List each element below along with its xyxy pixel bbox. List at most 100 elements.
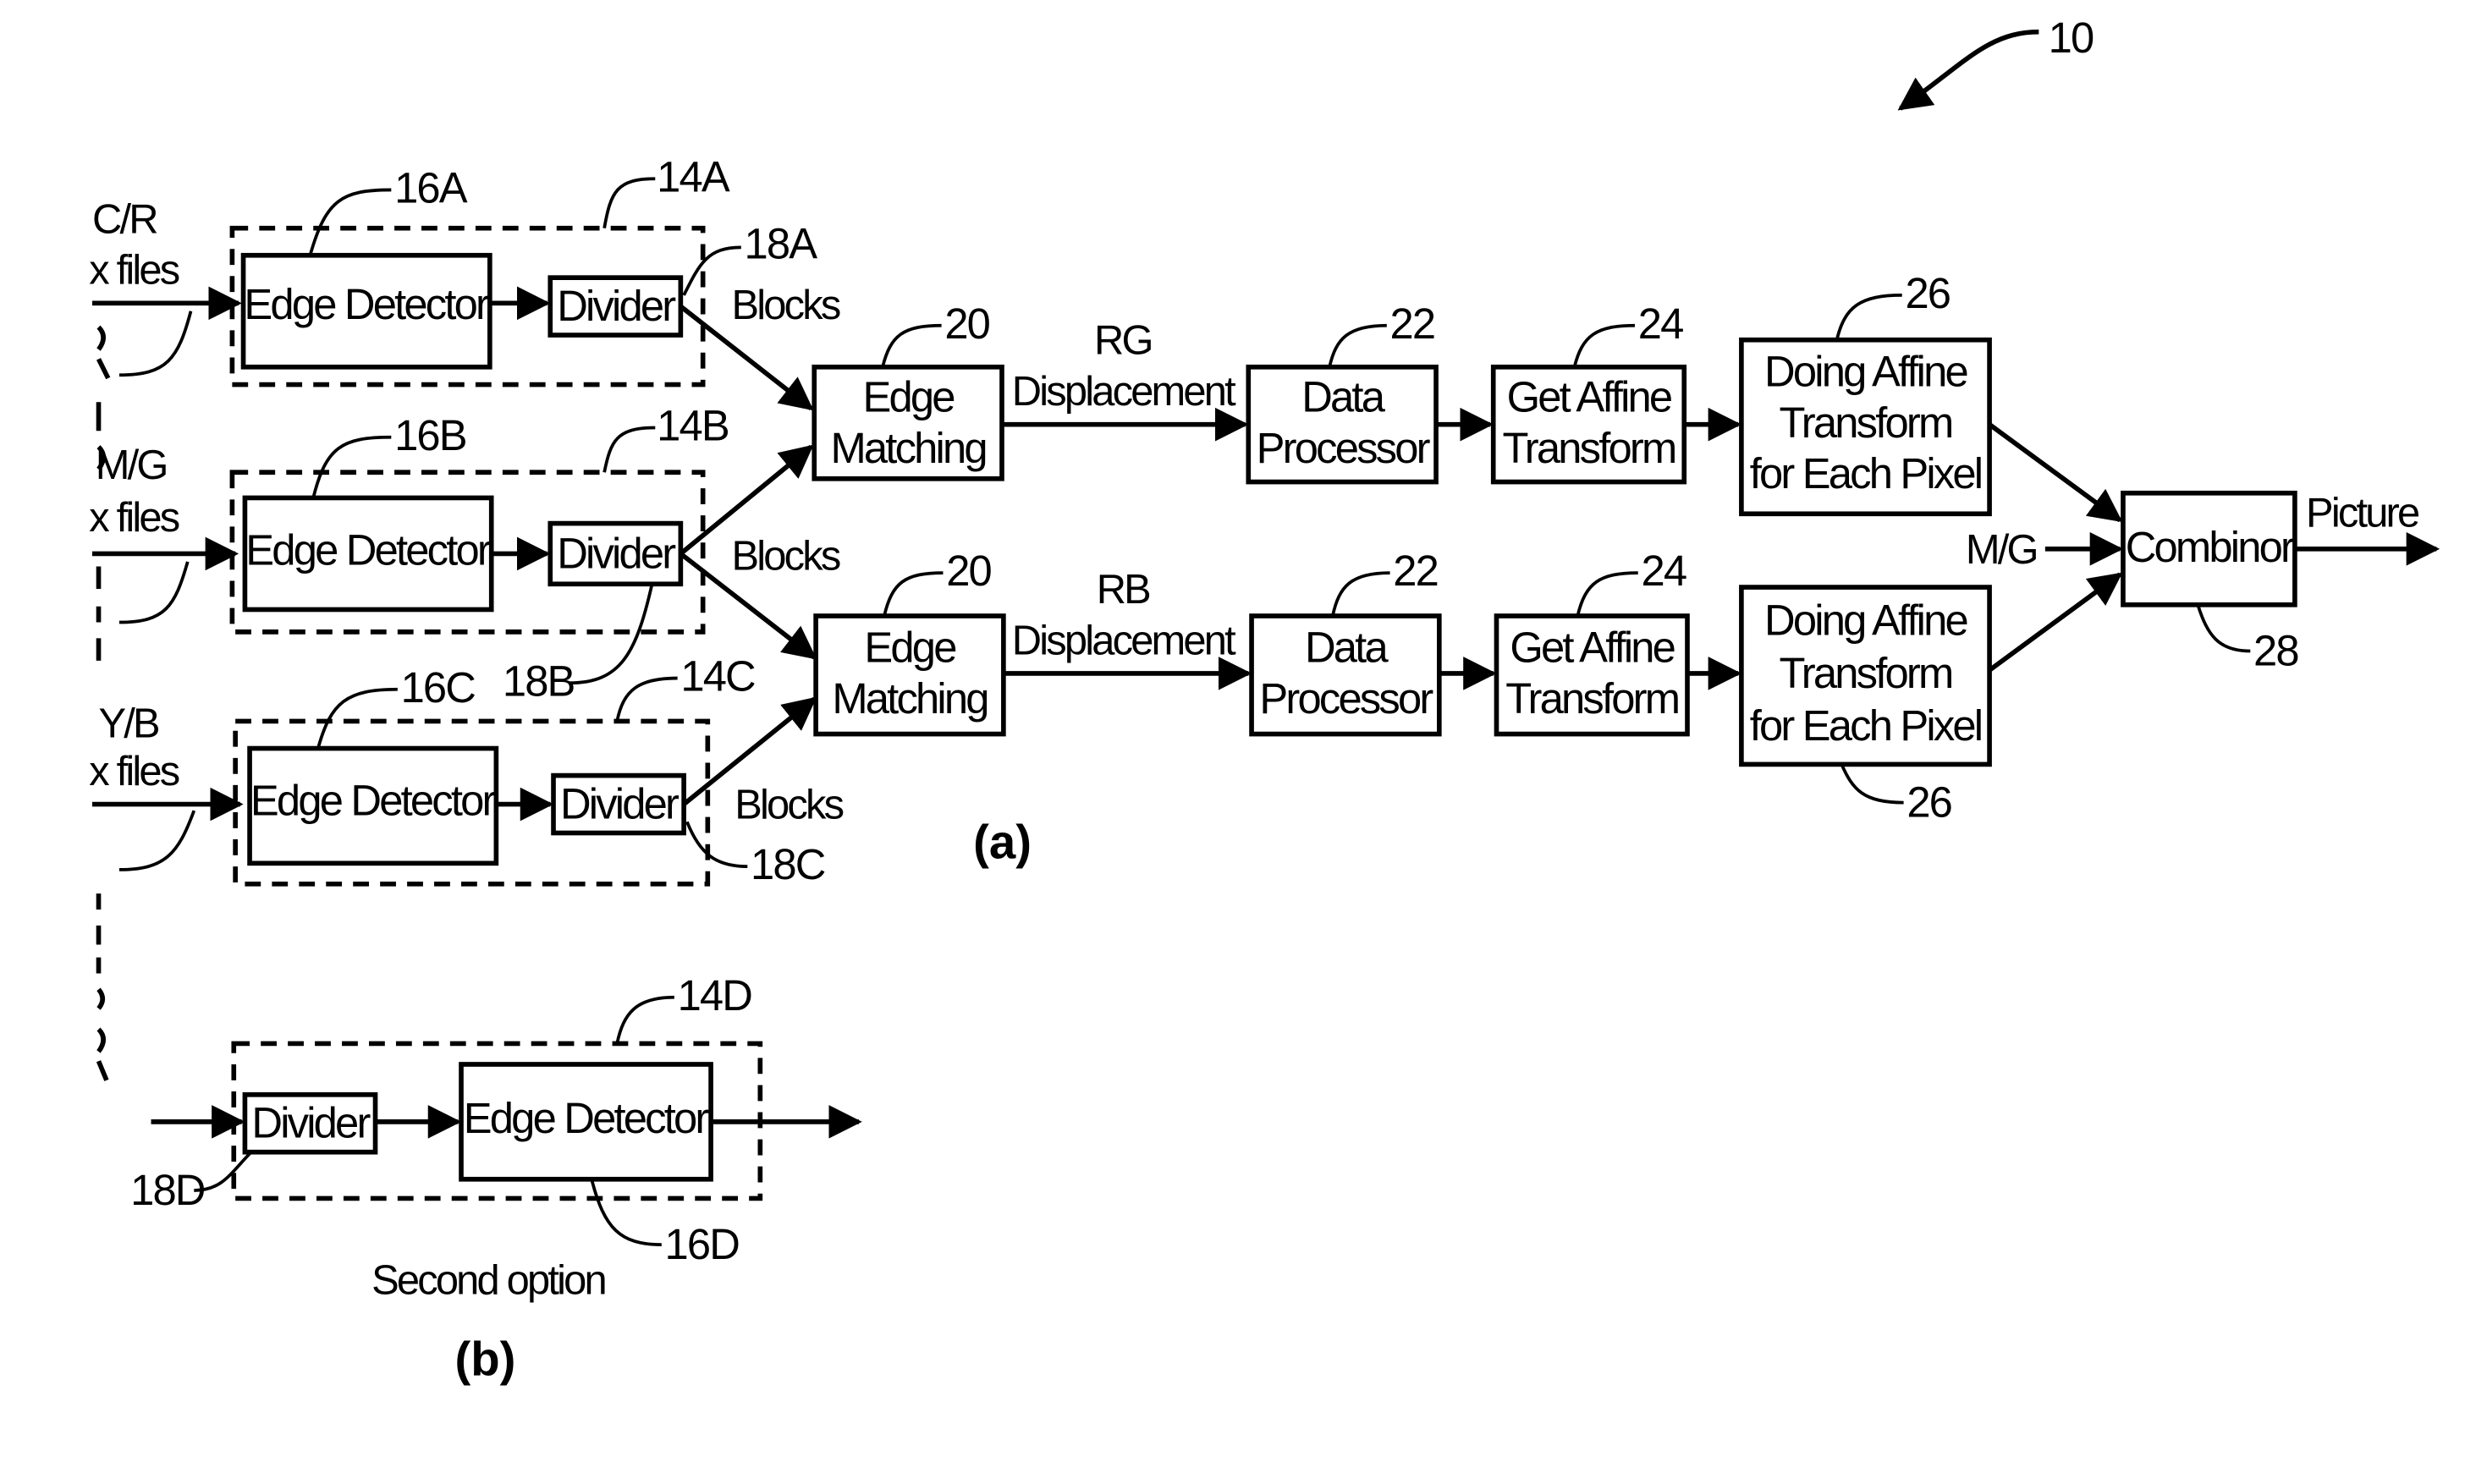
edge-detector-ref: 16D bbox=[665, 1220, 740, 1268]
get-affine-ref: 24 bbox=[1641, 547, 1686, 595]
divider-label: Divider bbox=[251, 1099, 371, 1147]
leader-line bbox=[308, 188, 392, 256]
input-row-c: Y/B x files bbox=[89, 701, 244, 871]
leader-line bbox=[1576, 571, 1638, 617]
input-row-b: M/G x files bbox=[89, 442, 239, 624]
edge-detector-label: Edge Detector bbox=[250, 777, 497, 825]
edge-matching-line1: Edge bbox=[864, 624, 956, 672]
leader-line bbox=[590, 1179, 662, 1246]
divider-ref: 18D bbox=[130, 1166, 205, 1214]
divider-ref: 18B bbox=[503, 657, 575, 705]
leader-line bbox=[602, 426, 656, 473]
doing-affine-line1: Doing Affine bbox=[1764, 596, 1967, 645]
doing-affine-line2: Transform bbox=[1780, 398, 1952, 447]
data-processor-ref: 22 bbox=[1393, 547, 1438, 595]
leader-line bbox=[118, 561, 190, 624]
get-affine-ref: 24 bbox=[1638, 300, 1683, 348]
preprocess-group-a: 14A Edge Detector 16A Divider 18A Blocks bbox=[229, 152, 843, 387]
blocks-label: Blocks bbox=[732, 283, 840, 328]
leader-line bbox=[118, 810, 196, 871]
divider-label: Divider bbox=[557, 282, 676, 330]
pipeline-rb: Edge Matching 20 RB Displacement Data Pr… bbox=[813, 547, 2123, 827]
displacement-line2: Displacement bbox=[1012, 618, 1236, 663]
edge-detector-ref: 16B bbox=[394, 411, 466, 459]
leader-line bbox=[685, 821, 748, 868]
leader-line bbox=[1328, 323, 1387, 368]
leader-line bbox=[883, 571, 944, 617]
combiner-block: Combinor M/G Picture 28 bbox=[1966, 490, 2440, 674]
input-files-label: x files bbox=[89, 248, 179, 294]
doing-affine-ref: 26 bbox=[1907, 778, 1951, 827]
input-channel-label: Y/B bbox=[99, 701, 159, 746]
group-ref: 14D bbox=[678, 971, 752, 1020]
group-ref: 14A bbox=[657, 152, 730, 201]
combiner-label: Combinor bbox=[2126, 523, 2295, 571]
figure-reference: 10 bbox=[1897, 14, 2095, 111]
group-ref: 14C bbox=[680, 652, 755, 701]
displacement-line1: RG bbox=[1094, 318, 1152, 364]
leader-line bbox=[311, 435, 392, 498]
caption-b: (b) bbox=[454, 1333, 515, 1386]
doing-affine-line3: for Each Pixel bbox=[1750, 701, 1982, 750]
pipeline-rg: Edge Matching 20 RG Displacement Data Pr… bbox=[812, 269, 2123, 523]
input-files-label: x files bbox=[89, 749, 179, 794]
combiner-side-input-label: M/G bbox=[1966, 527, 2037, 573]
arrow-to-combiner bbox=[1988, 422, 2123, 523]
edge-matching-line1: Edge bbox=[862, 373, 955, 421]
blocks-label: Blocks bbox=[735, 782, 843, 827]
doing-affine-line1: Doing Affine bbox=[1764, 347, 1967, 395]
leader-line bbox=[1835, 294, 1902, 341]
data-processor-line2: Processor bbox=[1257, 424, 1431, 472]
input-channel-label: C/R bbox=[92, 196, 157, 242]
data-processor-line2: Processor bbox=[1259, 674, 1433, 723]
leader-line bbox=[2196, 604, 2251, 653]
edge-matching-line2: Matching bbox=[832, 674, 987, 723]
edge-matching-line2: Matching bbox=[830, 424, 985, 472]
leader-line bbox=[1331, 571, 1390, 617]
edge-detector-label: Edge Detector bbox=[464, 1094, 710, 1142]
leader-line bbox=[1840, 763, 1904, 805]
second-option-group: 14D Divider 18D Edge Detector 16D Second… bbox=[130, 971, 862, 1304]
data-processor-ref: 22 bbox=[1390, 300, 1435, 348]
get-affine-line2: Transform bbox=[1505, 674, 1678, 723]
divider-label: Divider bbox=[560, 779, 680, 827]
caption-a: (a) bbox=[973, 816, 1032, 869]
edge-detector-ref: 16C bbox=[401, 663, 476, 712]
output-label: Picture bbox=[2306, 490, 2419, 536]
figure-ref-arrow bbox=[1897, 29, 2039, 111]
leader-line bbox=[1572, 323, 1635, 368]
edge-matching-ref: 20 bbox=[946, 547, 991, 595]
leader-line bbox=[569, 583, 654, 685]
divider-ref: 18C bbox=[751, 840, 825, 888]
blocks-label: Blocks bbox=[732, 533, 840, 579]
get-affine-line1: Get Affine bbox=[1507, 373, 1672, 421]
doing-affine-ref: 26 bbox=[1905, 269, 1950, 317]
leader-line bbox=[118, 311, 193, 377]
edge-matching-ref: 20 bbox=[944, 300, 989, 348]
displacement-line1: RB bbox=[1097, 567, 1150, 613]
divider-label: Divider bbox=[557, 529, 676, 577]
leader-line bbox=[615, 995, 674, 1044]
combiner-ref: 28 bbox=[2253, 626, 2298, 674]
data-processor-line1: Data bbox=[1305, 624, 1389, 672]
edge-detector-ref: 16A bbox=[394, 163, 468, 212]
block-diagram: 10 C/R x files 14A Edge Detector 16A Div… bbox=[89, 14, 2440, 1386]
leader-line bbox=[602, 177, 656, 229]
leader-line bbox=[615, 676, 678, 722]
get-affine-line2: Transform bbox=[1503, 424, 1675, 472]
get-affine-line1: Get Affine bbox=[1510, 624, 1675, 672]
figure-ref-numeral: 10 bbox=[2049, 14, 2094, 62]
data-processor-line1: Data bbox=[1301, 373, 1385, 421]
input-channel-label: M/G bbox=[96, 442, 167, 488]
doing-affine-line2: Transform bbox=[1780, 649, 1952, 697]
input-row-a: C/R x files bbox=[89, 196, 242, 377]
input-files-label: x files bbox=[89, 495, 179, 541]
leader-line bbox=[881, 323, 942, 368]
displacement-line2: Displacement bbox=[1012, 369, 1236, 415]
edge-detector-label: Edge Detector bbox=[245, 526, 492, 574]
arrow-to-combiner bbox=[1988, 572, 2123, 673]
divider-ref: 18A bbox=[745, 219, 818, 267]
doing-affine-line3: for Each Pixel bbox=[1750, 449, 1982, 497]
edge-detector-label: Edge Detector bbox=[244, 280, 490, 328]
second-option-label: Second option bbox=[371, 1257, 605, 1303]
